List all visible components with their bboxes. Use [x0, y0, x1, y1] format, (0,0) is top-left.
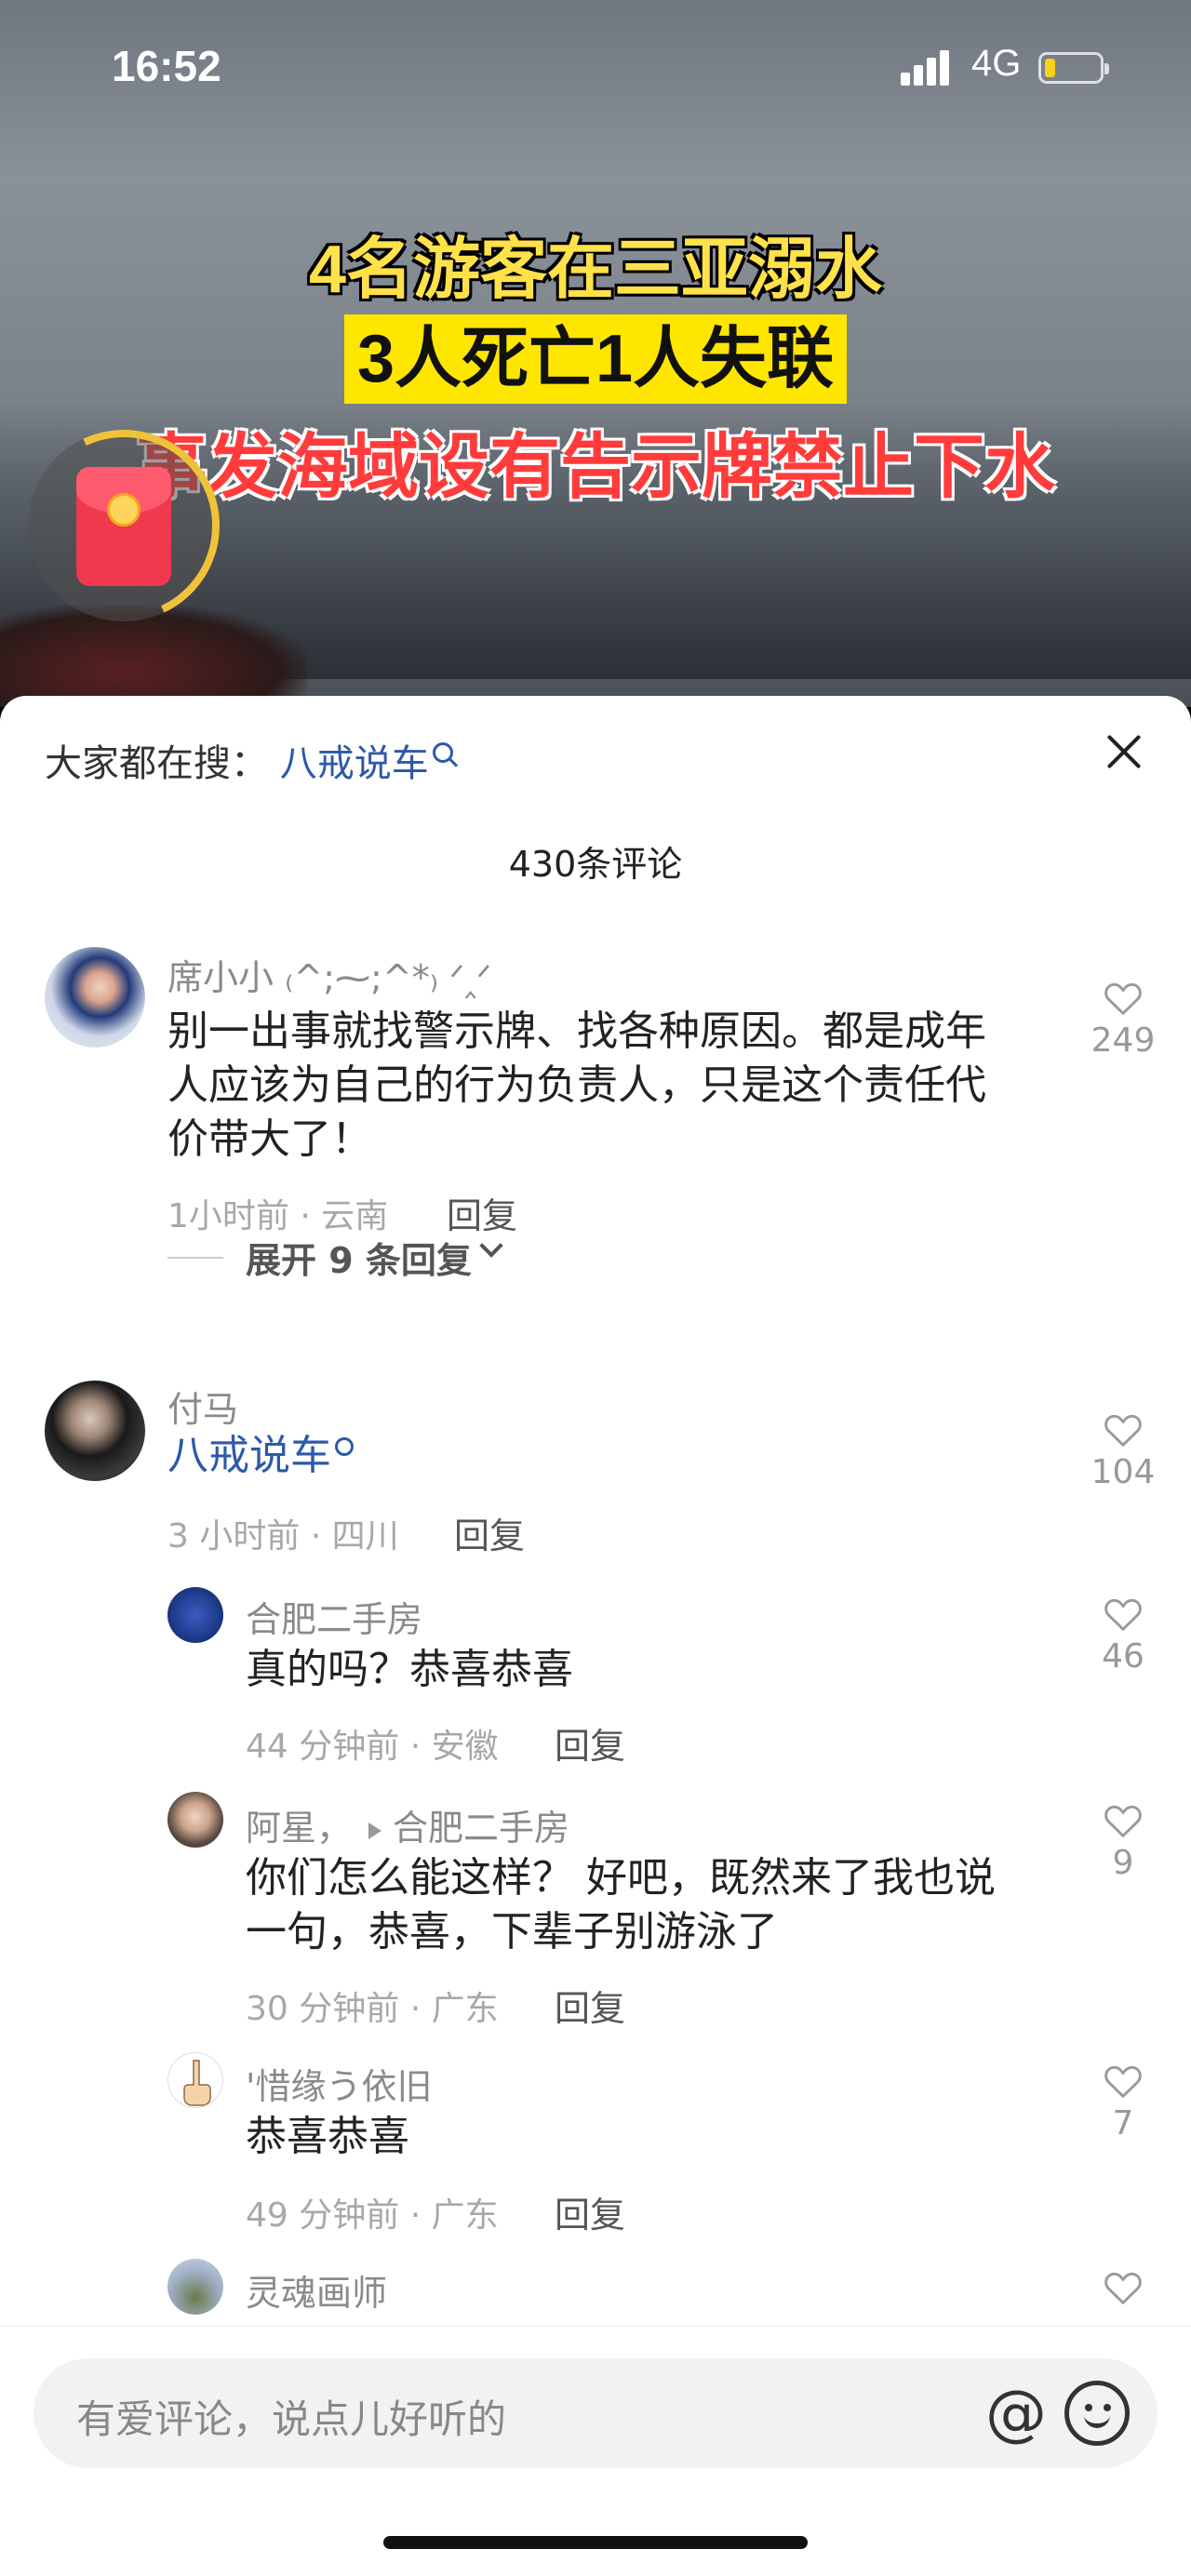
comment-input[interactable]: 有爱评论，说点儿好听的 @	[33, 2358, 1158, 2468]
heart-icon	[1104, 982, 1142, 1016]
reply-text-line: 一句，恭喜，下辈子别游泳了	[246, 1908, 778, 1955]
like-button[interactable]: 7	[1081, 2062, 1165, 2142]
search-icon	[432, 742, 453, 763]
reply-author[interactable]: 阿星， 合肥二手房	[246, 1799, 569, 1850]
reply-meta: 30 分钟前 · 广东	[246, 1990, 499, 2028]
comment-link[interactable]: 八戒说车	[167, 1429, 354, 1483]
reply-author[interactable]: 合肥二手房	[246, 1591, 422, 1642]
trending-search[interactable]: 大家都在搜： 八戒说车	[45, 733, 453, 789]
like-button[interactable]: 104	[1081, 1410, 1165, 1491]
like-button[interactable]: 249	[1081, 979, 1165, 1060]
like-count: 7	[1112, 2104, 1134, 2142]
heart-icon	[1104, 1598, 1142, 1632]
battery-icon	[1038, 52, 1109, 84]
like-count: 9	[1112, 1844, 1134, 1882]
reply-to-arrow-icon	[368, 1822, 382, 1839]
trending-search-prefix: 大家都在搜：	[45, 742, 268, 785]
close-icon[interactable]	[1098, 726, 1150, 778]
reply-button[interactable]: 回复	[555, 1717, 625, 1768]
like-count: 104	[1091, 1453, 1156, 1491]
avatar[interactable]	[167, 1587, 223, 1643]
status-bar: 16:52 4G	[0, 0, 1191, 140]
rock-image	[0, 605, 307, 707]
comment-author[interactable]: 付马	[167, 1381, 238, 1432]
comment-meta: 1小时前 · 云南	[167, 1197, 389, 1235]
reply-meta: 49 分钟前 · 广东	[246, 2196, 499, 2235]
heart-icon	[1104, 1805, 1142, 1838]
comment-author[interactable]: 席小小 ₍^;⁓;^*₎ ᐟ‸ᐟ	[167, 949, 491, 1000]
red-packet-icon	[76, 467, 171, 586]
network-type: 4G	[971, 43, 1022, 84]
home-indicator[interactable]	[383, 2536, 808, 2549]
at-icon[interactable]: @	[983, 2381, 1050, 2448]
video-headline-2: 3人死亡1人失联	[0, 314, 1191, 404]
comment-text-line: 别一出事就找警示牌、找各种原因。都是成年	[167, 1008, 986, 1055]
trending-search-keyword[interactable]: 八戒说车	[280, 742, 429, 785]
reply-text-line: 恭喜恭喜	[246, 2113, 409, 2160]
like-count: 46	[1102, 1637, 1144, 1675]
hand-emoji-icon	[183, 2060, 211, 2106]
avatar[interactable]	[167, 1792, 223, 1848]
chevron-down-icon	[479, 1234, 503, 1258]
reply-author[interactable]: 灵魂画师	[246, 2264, 387, 2316]
heart-icon	[1104, 1414, 1142, 1448]
avatar[interactable]	[45, 947, 145, 1048]
reply-text-line: 你们怎么能这样？ 好吧，既然来了我也说	[246, 1854, 996, 1902]
heart-icon	[1104, 2272, 1142, 2305]
reply-author[interactable]: '惜缘う依旧	[246, 2058, 432, 2109]
expand-replies-label: 展开 9 条回复	[246, 1240, 472, 1281]
reply-button[interactable]: 回复	[555, 1980, 625, 2031]
heart-icon	[1104, 2065, 1142, 2099]
avatar[interactable]	[167, 2259, 223, 2315]
reply-text-line: 真的吗？恭喜恭喜	[246, 1646, 573, 1693]
signal-icon	[901, 48, 957, 86]
expand-replies-button[interactable]: 展开 9 条回复	[167, 1232, 503, 1288]
status-time: 16:52	[112, 42, 221, 90]
avatar[interactable]	[45, 1381, 145, 1481]
like-button[interactable]: 46	[1081, 1595, 1165, 1675]
like-count: 249	[1091, 1021, 1156, 1060]
comment-input-placeholder: 有爱评论，说点儿好听的	[76, 2396, 507, 2442]
emoji-icon[interactable]	[1064, 2381, 1130, 2446]
like-button[interactable]	[1081, 2268, 1165, 2305]
comment-text-line: 人应该为自己的行为负责人，只是这个责任代	[167, 1061, 986, 1109]
comment-text-line: 价带大了！	[167, 1115, 372, 1163]
search-icon	[335, 1437, 354, 1456]
video-headline-1: 4名游客在三亚溺水	[308, 233, 883, 307]
reply-button[interactable]: 回复	[555, 2186, 625, 2237]
red-packet-button[interactable]	[0, 402, 248, 649]
comment-count: 430条评论	[508, 844, 683, 885]
reply-to-name[interactable]: 合肥二手房	[393, 1808, 569, 1849]
reply-button[interactable]: 回复	[454, 1507, 525, 1558]
like-button[interactable]: 9	[1081, 1801, 1165, 1882]
video-background[interactable]: 16:52 4G 4名游客在三亚溺水 3人死亡1人失联 事发海域设有告示牌禁止下…	[0, 0, 1191, 707]
avatar[interactable]	[167, 2052, 223, 2108]
reply-button[interactable]: 回复	[447, 1187, 517, 1238]
reply-meta: 44 分钟前 · 安徽	[246, 1728, 499, 1766]
comment-meta: 3 小时前 · 四川	[167, 1517, 399, 1555]
divider	[167, 1256, 223, 1259]
